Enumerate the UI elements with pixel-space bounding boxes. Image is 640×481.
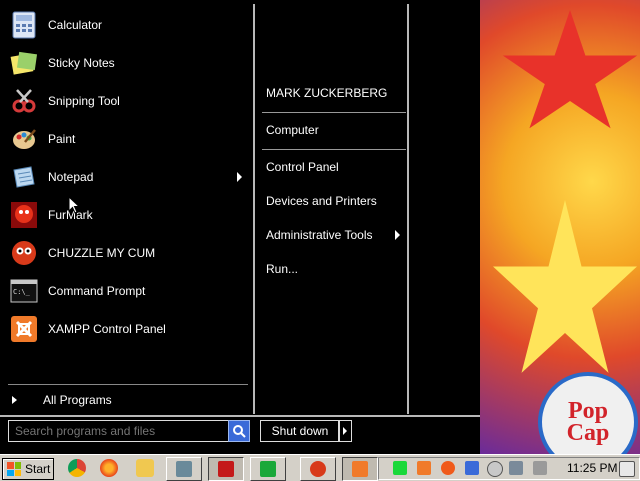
tray-search-icon[interactable] — [441, 461, 455, 475]
start-label: Start — [25, 462, 51, 476]
program-item-xampp[interactable]: XAMPP Control Panel — [8, 312, 248, 346]
program-item-calculator[interactable]: Calculator — [8, 8, 248, 42]
user-name-link[interactable]: MARK ZUCKERBERG — [266, 82, 406, 104]
program-label: XAMPP Control Panel — [48, 322, 166, 336]
tray-minus-icon[interactable] — [487, 461, 503, 477]
network-icon[interactable] — [509, 461, 523, 475]
show-desktop-icon[interactable] — [619, 461, 635, 477]
arrow-right-icon — [343, 427, 347, 435]
start-button[interactable]: Start — [2, 458, 54, 480]
run-link[interactable]: Run... — [266, 258, 406, 280]
popcap-logo: Pop Cap — [538, 372, 638, 454]
right-pane-separator — [262, 112, 406, 113]
program-label: Paint — [48, 132, 76, 146]
administrative-tools-label: Administrative Tools — [266, 228, 373, 242]
chuzzle-icon — [8, 237, 40, 269]
app-icon — [260, 461, 276, 477]
program-item-furmark[interactable]: FurMark — [8, 198, 248, 232]
snipping-tool-icon — [8, 85, 40, 117]
taskbar-window-green[interactable] — [250, 457, 286, 481]
taskbar-window-xampp[interactable] — [342, 457, 378, 481]
program-label: Calculator — [48, 18, 103, 32]
wallpaper-star-yellow — [493, 200, 637, 373]
program-label: Sticky Notes — [48, 56, 115, 70]
taskbar: Start 11:25 PM — [0, 454, 640, 481]
mouse-cursor-icon — [68, 196, 80, 214]
search-button[interactable] — [228, 420, 250, 442]
clock[interactable]: 11:25 PM — [567, 461, 617, 475]
start-menu: Calculator Sticky Notes Snipping Tool Pa… — [0, 0, 480, 454]
program-list-separator — [8, 384, 248, 385]
xampp-icon — [8, 313, 40, 345]
program-list: Calculator Sticky Notes Snipping Tool Pa… — [0, 0, 253, 416]
program-item-snipping-tool[interactable]: Snipping Tool — [8, 84, 248, 118]
command-prompt-icon: C:\_ — [8, 275, 40, 307]
tray-arrow-icon[interactable] — [465, 461, 479, 475]
administrative-tools-link[interactable]: Administrative Tools — [266, 224, 406, 246]
system-links-pane: MARK ZUCKERBERG Computer Control Panel D… — [256, 0, 406, 416]
all-programs-button[interactable]: All Programs — [8, 390, 248, 410]
program-item-command-prompt[interactable]: C:\_ Command Prompt — [8, 274, 248, 308]
svg-text:C:\_: C:\_ — [13, 288, 31, 296]
program-item-paint[interactable]: Paint — [8, 122, 248, 156]
desktop-wallpaper: Pop Cap — [480, 0, 640, 454]
chuzzle-icon — [310, 461, 326, 477]
tray-xampp-icon[interactable] — [417, 461, 431, 475]
bottom-separator — [0, 415, 480, 417]
program-item-chuzzle[interactable]: CHUZZLE MY CUM — [8, 236, 248, 270]
paint-icon — [8, 123, 40, 155]
calculator-icon — [8, 9, 40, 41]
shutdown-label: Shut down — [271, 424, 329, 438]
program-label: Command Prompt — [48, 284, 146, 298]
right-pane-separator — [262, 149, 406, 150]
firefox-icon[interactable] — [100, 459, 118, 477]
all-programs-label: All Programs — [43, 393, 112, 407]
user-name-label: MARK ZUCKERBERG — [266, 86, 388, 100]
taskbar-window-furmark[interactable] — [208, 457, 244, 481]
taskbar-window-remote[interactable] — [166, 457, 202, 481]
volume-icon[interactable] — [533, 461, 547, 475]
submenu-arrow-icon — [237, 172, 242, 182]
system-tray: 11:25 PM — [378, 457, 640, 480]
taskbar-window-chuzzle[interactable] — [300, 457, 336, 481]
sticky-notes-icon — [8, 47, 40, 79]
folder-icon[interactable] — [136, 459, 154, 477]
control-panel-label: Control Panel — [266, 160, 339, 174]
program-label: Snipping Tool — [48, 94, 120, 108]
tray-green-icon[interactable] — [393, 461, 407, 475]
program-label: CHUZZLE MY CUM — [48, 246, 156, 260]
search-icon — [233, 425, 246, 438]
computer-label: Computer — [266, 123, 319, 137]
program-item-notepad[interactable]: Notepad — [8, 160, 248, 194]
devices-printers-label: Devices and Printers — [266, 194, 377, 208]
program-label: Notepad — [48, 170, 94, 184]
program-item-sticky-notes[interactable]: Sticky Notes — [8, 46, 248, 80]
submenu-arrow-icon — [395, 230, 400, 240]
pane-divider — [253, 4, 255, 414]
wallpaper-star-red — [502, 10, 638, 129]
computer-link[interactable]: Computer — [266, 119, 406, 141]
shutdown-button[interactable]: Shut down — [260, 420, 340, 442]
monitor-icon — [176, 461, 192, 477]
control-panel-link[interactable]: Control Panel — [266, 156, 406, 178]
windows-logo-icon — [7, 462, 21, 476]
furmark-icon — [218, 461, 234, 477]
devices-printers-link[interactable]: Devices and Printers — [266, 190, 406, 212]
run-label: Run... — [266, 262, 299, 276]
shutdown-options-button[interactable] — [338, 420, 352, 442]
xampp-icon — [352, 461, 368, 477]
furmark-icon — [8, 199, 40, 231]
arrow-right-icon — [12, 396, 17, 404]
notepad-icon — [8, 161, 40, 193]
chrome-icon[interactable] — [68, 459, 86, 477]
search-input[interactable] — [8, 420, 234, 442]
pane-divider — [407, 4, 409, 414]
